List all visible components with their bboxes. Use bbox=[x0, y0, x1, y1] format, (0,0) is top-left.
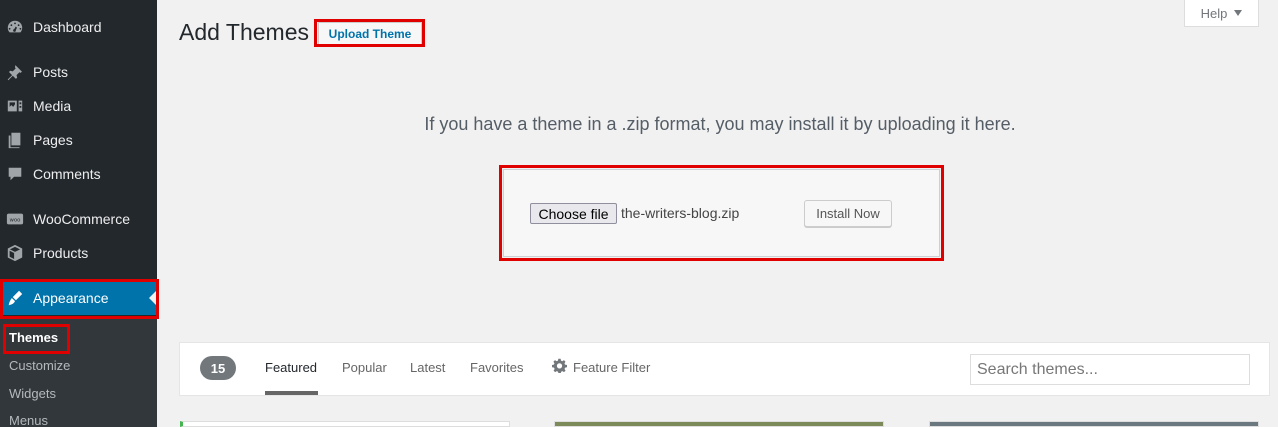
media-icon bbox=[5, 96, 25, 116]
pin-icon bbox=[5, 62, 25, 82]
brush-icon bbox=[5, 288, 25, 308]
submenu-item-customize[interactable]: Customize bbox=[9, 358, 70, 373]
install-now-button[interactable]: Install Now bbox=[804, 200, 892, 227]
tab-favorites[interactable]: Favorites bbox=[470, 360, 523, 375]
sidebar-item-woocommerce[interactable]: woo WooCommerce bbox=[0, 202, 157, 236]
gear-icon bbox=[552, 358, 567, 376]
theme-card[interactable] bbox=[180, 421, 510, 427]
dashboard-icon bbox=[5, 17, 25, 37]
active-tab-underline bbox=[265, 391, 318, 395]
choose-file-button[interactable]: Choose file bbox=[530, 203, 617, 224]
sidebar-item-appearance[interactable]: Appearance bbox=[0, 281, 157, 315]
help-tab[interactable]: Help bbox=[1184, 0, 1259, 27]
pages-icon bbox=[5, 130, 25, 150]
sidebar-item-label: Comments bbox=[33, 166, 101, 182]
sidebar-item-pages[interactable]: Pages bbox=[0, 123, 157, 157]
sidebar-item-label: Products bbox=[33, 245, 89, 261]
sidebar-item-media[interactable]: Media bbox=[0, 89, 157, 123]
svg-text:woo: woo bbox=[10, 218, 21, 224]
page-title: Add Themes bbox=[179, 19, 309, 45]
tab-featured[interactable]: Featured bbox=[265, 360, 317, 375]
sidebar-item-dashboard[interactable]: Dashboard bbox=[0, 10, 157, 44]
sidebar-item-label: Posts bbox=[33, 64, 69, 80]
sidebar-item-posts[interactable]: Posts bbox=[0, 55, 157, 89]
sidebar-item-label: Media bbox=[33, 98, 72, 114]
help-label: Help bbox=[1200, 5, 1228, 21]
submenu-item-themes[interactable]: Themes bbox=[9, 330, 58, 345]
theme-count-badge: 15 bbox=[200, 356, 236, 380]
sidebar-item-products[interactable]: Products bbox=[0, 236, 157, 270]
upload-description: If you have a theme in a .zip format, yo… bbox=[424, 114, 1016, 134]
sidebar-item-label: Appearance bbox=[33, 290, 109, 306]
search-themes-input[interactable] bbox=[970, 354, 1250, 385]
sidebar-item-comments[interactable]: Comments bbox=[0, 157, 157, 191]
caret-down-icon bbox=[1234, 10, 1243, 16]
theme-card[interactable] bbox=[554, 421, 884, 427]
comment-icon bbox=[5, 164, 25, 184]
woocommerce-icon: woo bbox=[5, 209, 25, 229]
box-icon bbox=[5, 243, 25, 263]
theme-card[interactable] bbox=[929, 421, 1259, 427]
selected-file-name: the-writers-blog.zip bbox=[621, 205, 740, 221]
sidebar-item-label: WooCommerce bbox=[33, 211, 130, 227]
sidebar-item-label: Pages bbox=[33, 132, 73, 148]
sidebar-item-label: Dashboard bbox=[33, 19, 102, 35]
submenu-item-menus[interactable]: Menus bbox=[9, 413, 48, 427]
tab-popular[interactable]: Popular bbox=[342, 360, 387, 375]
feature-filter-button[interactable]: Feature Filter bbox=[552, 358, 650, 376]
tab-latest[interactable]: Latest bbox=[410, 360, 445, 375]
feature-filter-label: Feature Filter bbox=[573, 359, 651, 375]
admin-sidebar: Dashboard Posts Media Pages Comments woo… bbox=[0, 0, 157, 427]
submenu-item-widgets[interactable]: Widgets bbox=[9, 386, 56, 401]
upload-theme-button[interactable]: Upload Theme bbox=[318, 22, 422, 45]
